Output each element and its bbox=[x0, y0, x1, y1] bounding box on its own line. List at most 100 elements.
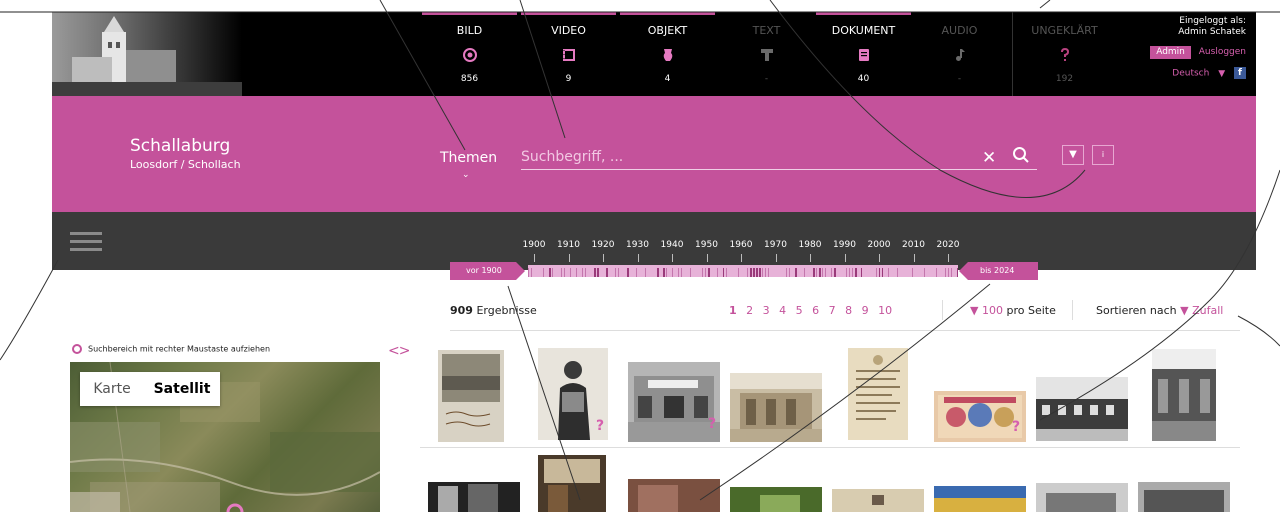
result-thumbnail[interactable]: ? bbox=[934, 391, 1026, 442]
search-header: Schallaburg Loosdorf / Schollach Themen … bbox=[52, 96, 1256, 212]
media-tab-label: TEXT bbox=[752, 24, 781, 37]
divider bbox=[1012, 12, 1013, 96]
timeline-density-bar bbox=[708, 268, 710, 277]
language-select[interactable]: Deutsch bbox=[1172, 69, 1209, 79]
arrow-left-icon bbox=[959, 262, 968, 280]
timeline-density-bar bbox=[897, 268, 898, 277]
timeline-track[interactable] bbox=[528, 265, 958, 277]
satellite-map[interactable]: Karte Satellit bbox=[70, 362, 380, 512]
caret-down-icon[interactable]: ▼ bbox=[970, 304, 978, 317]
page-link[interactable]: 9 bbox=[862, 304, 869, 317]
user-box: Eingeloggt als: Admin Schatek Admin Ausl… bbox=[1096, 16, 1246, 80]
chevron-down-icon[interactable]: ⌄ bbox=[462, 170, 470, 180]
result-thumbnail[interactable] bbox=[832, 489, 924, 512]
timeline-year-label: 1940 bbox=[660, 240, 684, 250]
sort-value[interactable]: Zufall bbox=[1192, 304, 1223, 317]
caret-down-icon[interactable]: ▼ bbox=[1218, 69, 1225, 79]
timeline-density-bar bbox=[882, 268, 883, 277]
timeline-density-bar bbox=[957, 268, 958, 277]
filter-button[interactable]: ▼ bbox=[1062, 145, 1084, 165]
result-count-number: 909 bbox=[450, 304, 473, 317]
themes-dropdown[interactable]: Themen bbox=[440, 150, 497, 166]
target-icon bbox=[72, 344, 82, 354]
map-type-satellite-button[interactable]: Satellit bbox=[144, 372, 220, 406]
logout-link[interactable]: Ausloggen bbox=[1199, 47, 1246, 57]
result-thumbnail[interactable] bbox=[1036, 483, 1128, 512]
page-link[interactable]: 7 bbox=[829, 304, 836, 317]
result-thumbnail[interactable]: ? bbox=[628, 362, 720, 442]
timeline-tick bbox=[568, 254, 570, 262]
timeline-density-bar bbox=[804, 268, 805, 277]
sort-select[interactable]: Sortieren nach ▼ Zufall bbox=[1096, 304, 1223, 317]
search-icon[interactable] bbox=[1012, 146, 1030, 168]
media-tab-dokument[interactable]: DOKUMENT 40 bbox=[816, 12, 911, 96]
page-link[interactable]: 8 bbox=[845, 304, 852, 317]
map-type-toggle: Karte Satellit bbox=[80, 372, 220, 406]
timeline-density-bar bbox=[789, 268, 790, 277]
timeline-density-bar bbox=[765, 268, 766, 277]
timeline-density-bar bbox=[825, 268, 826, 277]
timeline-end-handle[interactable]: bis 2024 bbox=[968, 262, 1038, 280]
page-link[interactable]: 6 bbox=[812, 304, 819, 317]
media-tab-bild[interactable]: BILD 856 bbox=[422, 12, 517, 96]
question-icon: ? bbox=[1012, 419, 1021, 435]
facebook-icon[interactable]: f bbox=[1234, 67, 1246, 79]
result-thumbnail[interactable] bbox=[730, 487, 822, 512]
timeline-density-bar bbox=[576, 268, 577, 277]
media-tab-count: 9 bbox=[565, 74, 572, 84]
timeline-density-bar bbox=[879, 268, 880, 277]
result-thumbnail[interactable] bbox=[428, 482, 520, 512]
collapse-panel-button[interactable]: <> bbox=[388, 343, 410, 359]
caret-down-icon[interactable]: ▼ bbox=[1180, 304, 1188, 317]
result-count-label: Ergebnisse bbox=[476, 304, 537, 317]
timeline-density-bar bbox=[690, 268, 691, 277]
per-page-select[interactable]: ▼ 100 pro Seite bbox=[970, 304, 1056, 317]
page-link[interactable]: 3 bbox=[763, 304, 770, 317]
timeline-tick bbox=[672, 254, 673, 262]
page-link[interactable]: 4 bbox=[779, 304, 786, 317]
timeline-density-bar bbox=[636, 268, 637, 277]
result-thumbnail[interactable]: ? bbox=[538, 348, 608, 440]
timeline-density-bar bbox=[846, 268, 847, 277]
timeline-slider[interactable]: vor 1900 bis 2024 bbox=[450, 262, 1038, 280]
result-thumbnail[interactable] bbox=[1138, 482, 1230, 512]
media-tab-audio: AUDIO - bbox=[912, 12, 1007, 96]
timeline-tick bbox=[637, 254, 639, 262]
timeline-density-bar bbox=[912, 268, 913, 277]
per-page-value[interactable]: 100 bbox=[982, 304, 1003, 317]
result-thumbnail[interactable] bbox=[538, 455, 606, 512]
result-thumbnail[interactable] bbox=[934, 486, 1026, 512]
map-type-map-button[interactable]: Karte bbox=[80, 372, 144, 406]
page-link[interactable]: 1 bbox=[729, 304, 737, 317]
result-thumbnail[interactable] bbox=[730, 373, 822, 442]
page-link[interactable]: 10 bbox=[878, 304, 892, 317]
search-input[interactable] bbox=[521, 144, 1037, 170]
media-tab-label: VIDEO bbox=[551, 24, 586, 37]
timeline-density-bar bbox=[528, 268, 529, 277]
close-icon[interactable]: ✕ bbox=[982, 148, 996, 168]
timeline-tick bbox=[741, 254, 742, 262]
timeline-tick bbox=[603, 254, 604, 262]
timeline-density-bar bbox=[948, 268, 949, 277]
info-button[interactable]: i bbox=[1092, 145, 1114, 165]
timeline-density-bar bbox=[834, 268, 836, 277]
timeline-density-bar bbox=[627, 268, 629, 277]
timeline-density-bar bbox=[738, 268, 739, 277]
timeline-density-bar bbox=[813, 268, 815, 277]
admin-badge[interactable]: Admin bbox=[1150, 46, 1191, 59]
timeline-density-bar bbox=[726, 268, 727, 277]
result-thumbnail[interactable] bbox=[1036, 377, 1128, 441]
result-thumbnail[interactable] bbox=[438, 350, 504, 442]
page-link[interactable]: 2 bbox=[746, 304, 753, 317]
timeline-start-handle[interactable]: vor 1900 bbox=[450, 262, 516, 280]
page-link[interactable]: 5 bbox=[796, 304, 803, 317]
timeline-year-label: 1910 bbox=[557, 240, 580, 250]
hamburger-menu-icon[interactable] bbox=[70, 232, 102, 252]
result-thumbnail[interactable] bbox=[1152, 349, 1216, 441]
result-thumbnail[interactable] bbox=[848, 348, 908, 440]
media-tab-video[interactable]: VIDEO 9 bbox=[521, 12, 616, 96]
result-thumbnail[interactable] bbox=[628, 479, 720, 512]
media-tab-objekt[interactable]: OBJEKT 4 bbox=[620, 12, 715, 96]
timeline-year-label: 1960 bbox=[729, 240, 753, 250]
media-tab-count: 856 bbox=[460, 74, 479, 84]
